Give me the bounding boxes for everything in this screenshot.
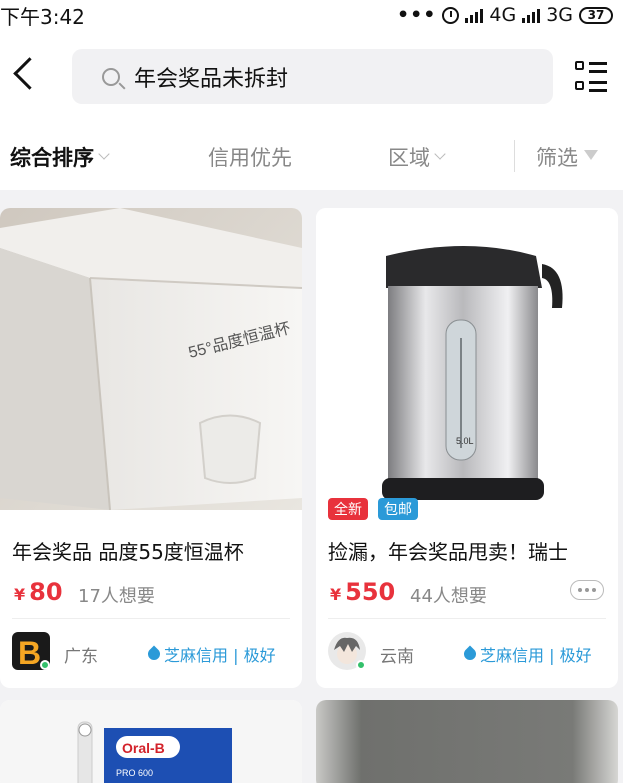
tag-free-shipping: 包邮 [378, 498, 418, 520]
card-divider [12, 618, 290, 619]
currency-symbol: ¥ [14, 585, 26, 604]
product-image: 55°品度恒温杯 [0, 208, 302, 510]
seller-location: 广东 [64, 647, 98, 667]
product-card[interactable]: Oral-B PRO 600 [0, 700, 302, 783]
search-bar[interactable] [72, 49, 553, 104]
product-title: 年会奖品 品度55度恒温杯 [12, 540, 244, 564]
filter-bar: 综合排序 信用优先 区域 筛选 [0, 126, 623, 190]
credit-text: 芝麻信用 | 极好 [480, 646, 592, 665]
product-card[interactable]: 55°品度恒温杯 年会奖品 品度55度恒温杯 ¥80 17人想要 B 广东 芝麻… [0, 208, 302, 688]
more-dots-icon: ••• [396, 4, 437, 26]
region-filter[interactable]: 区域 [388, 142, 446, 172]
filter-label: 筛选 [536, 146, 578, 170]
credit-text: 芝麻信用 | 极好 [164, 646, 276, 665]
svg-text:B: B [18, 635, 41, 670]
search-icon [102, 67, 120, 86]
sort-filter[interactable]: 综合排序 [10, 142, 110, 172]
chevron-down-icon [434, 148, 446, 160]
search-input[interactable] [134, 64, 514, 89]
product-card[interactable] [316, 700, 618, 783]
more-options-icon[interactable] [570, 580, 604, 600]
product-card[interactable]: 5.0L 全新 包邮 捡漏，年会奖品甩卖！瑞士 ¥550 44人想要 云南 芝麻… [316, 208, 618, 688]
tag-new: 全新 [328, 498, 368, 520]
product-title: 捡漏，年会奖品甩卖！瑞士 [328, 540, 568, 564]
product-image: 5.0L [316, 208, 618, 510]
sort-label: 综合排序 [10, 146, 94, 170]
box-model: PRO 600 [116, 768, 153, 778]
status-icons: ••• 4G 3G 37 [397, 4, 613, 26]
kettle-label: 5.0L [456, 436, 474, 446]
signal-icon-2 [522, 7, 541, 23]
funnel-icon [584, 150, 598, 160]
credit-filter[interactable]: 信用优先 [208, 142, 292, 172]
header [0, 30, 623, 126]
status-bar: 下午3:42 ••• 4G 3G 37 [0, 0, 623, 30]
alarm-icon [442, 6, 460, 24]
wants-count: 44人想要 [410, 586, 487, 607]
sesame-credit-icon [461, 645, 479, 663]
card-divider [328, 618, 606, 619]
credit-rating: 芝麻信用 | 极好 [145, 642, 276, 666]
wants-count: 17人想要 [78, 586, 155, 607]
currency-symbol: ¥ [330, 585, 342, 604]
seller-location: 云南 [380, 647, 414, 667]
credit-label: 信用优先 [208, 146, 292, 170]
battery-icon: 37 [579, 6, 613, 24]
product-image: Oral-B PRO 600 [0, 700, 302, 783]
status-time: 下午3:42 [0, 4, 85, 29]
signal-icon [465, 7, 484, 23]
online-dot [40, 660, 50, 670]
grid-list-icon[interactable] [575, 60, 609, 94]
price-value: 80 [29, 578, 63, 606]
credit-rating: 芝麻信用 | 极好 [461, 642, 592, 666]
network-label-2: 3G [546, 4, 573, 26]
region-label: 区域 [388, 146, 430, 170]
box-brand: Oral-B [122, 740, 165, 756]
back-icon[interactable] [10, 56, 40, 96]
price-value: 550 [345, 578, 396, 606]
screen-filter[interactable]: 筛选 [536, 142, 598, 172]
filter-divider [514, 140, 515, 172]
chevron-down-icon [98, 148, 110, 160]
product-price: ¥80 [14, 578, 63, 606]
product-image [316, 700, 618, 783]
product-price: ¥550 [330, 578, 395, 606]
sesame-credit-icon [145, 645, 163, 663]
online-dot [356, 660, 366, 670]
network-label-1: 4G [489, 4, 517, 26]
